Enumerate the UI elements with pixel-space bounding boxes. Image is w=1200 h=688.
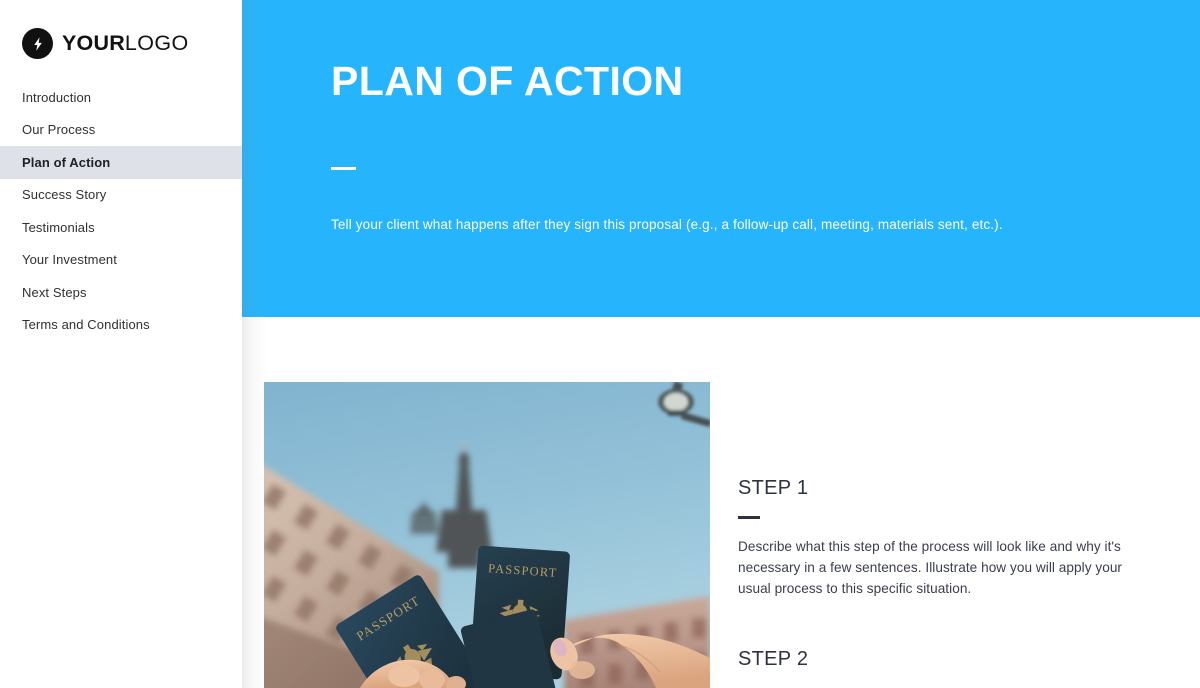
sidebar-item-your-investment[interactable]: Your Investment [0,244,242,277]
step-1-block: STEP 1 Describe what this step of the pr… [738,477,1148,599]
sidebar-item-testimonials[interactable]: Testimonials [0,211,242,244]
main-content: PASSPORT United States of America [242,317,1200,688]
sidebar-item-next-steps[interactable]: Next Steps [0,276,242,309]
step-2-block: STEP 2 [738,648,808,670]
brand-logo[interactable]: YOURLOGO [22,28,189,59]
step-1-divider [738,516,760,519]
sidebar-item-label: Success Story [22,187,107,203]
sidebar-item-label: Testimonials [22,219,95,235]
sidebar-item-label: Plan of Action [22,154,111,170]
brand-name-bold: YOUR [62,30,125,55]
sidebar-item-terms-and-conditions[interactable]: Terms and Conditions [0,309,242,342]
proposal-page: YOURLOGO Introduction Our Process Plan o… [0,0,1200,688]
page-title: PLAN OF ACTION [331,58,684,104]
page-header: PLAN OF ACTION Tell your client what hap… [242,0,1200,317]
sidebar-item-label: Our Process [22,122,96,138]
sidebar-item-label: Next Steps [22,284,87,300]
brand-name-light: LOGO [124,30,189,55]
sidebar-item-our-process[interactable]: Our Process [0,114,242,147]
sidebar-item-label: Terms and Conditions [22,317,150,333]
brand-name: YOURLOGO [62,30,189,55]
sidebar: YOURLOGO Introduction Our Process Plan o… [0,0,242,688]
page-subtitle: Tell your client what happens after they… [331,217,1003,232]
step-photo: PASSPORT United States of America [264,382,710,688]
sidebar-nav: Introduction Our Process Plan of Action … [0,81,242,341]
sidebar-item-success-story[interactable]: Success Story [0,179,242,212]
step-1-body: Describe what this step of the process w… [738,538,1123,596]
sidebar-item-label: Your Investment [22,252,117,268]
step-1-title: STEP 1 [738,477,809,499]
title-divider [331,167,356,170]
sidebar-item-introduction[interactable]: Introduction [0,81,242,114]
sidebar-item-label: Introduction [22,89,92,105]
step-2-title: STEP 2 [738,648,809,670]
lightning-bolt-icon [22,28,53,59]
sidebar-item-plan-of-action[interactable]: Plan of Action [0,146,242,179]
